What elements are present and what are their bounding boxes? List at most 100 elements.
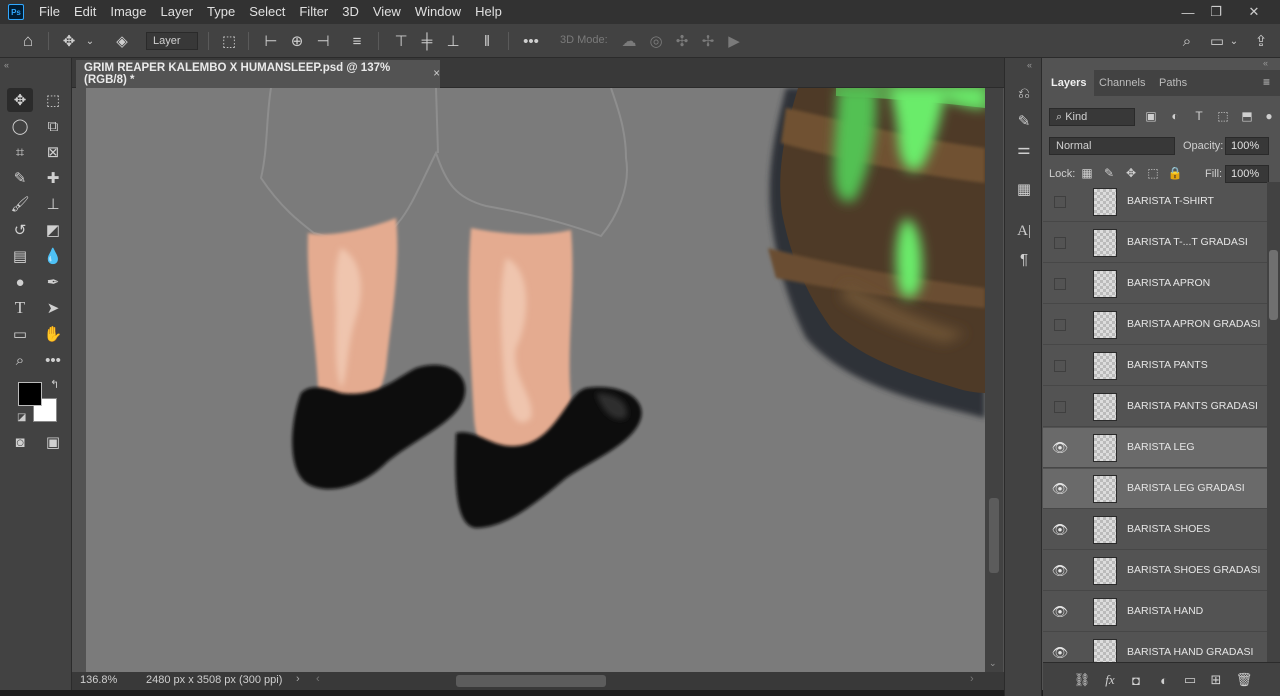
type-tool-icon[interactable]: T bbox=[7, 296, 33, 320]
fill-input[interactable]: 100% bbox=[1225, 165, 1269, 183]
scroll-down-icon[interactable]: ⌄ bbox=[989, 658, 997, 669]
object-selection-tool-icon[interactable]: ⧉ bbox=[40, 114, 66, 138]
edit-toolbar-icon[interactable]: ••• bbox=[40, 348, 66, 372]
eye-icon[interactable]: 👁 bbox=[1052, 645, 1069, 660]
zoom-level[interactable]: 136.8% bbox=[80, 674, 117, 686]
visibility-toggle[interactable] bbox=[1054, 360, 1066, 372]
home-icon[interactable]: ⌂ bbox=[16, 30, 40, 52]
eye-icon[interactable]: 👁 bbox=[1052, 522, 1069, 537]
layer-row[interactable]: BARISTA PANTS GRADASI bbox=[1043, 387, 1267, 427]
brush-tool-icon[interactable]: 🖌 bbox=[7, 192, 33, 216]
layer-row[interactable]: 👁 BARISTA HAND bbox=[1043, 592, 1267, 632]
align-horizontal-center-icon[interactable]: ⊕ bbox=[286, 30, 308, 52]
pen-tool-icon[interactable]: ✒ bbox=[40, 270, 66, 294]
collapse-icon[interactable]: « bbox=[4, 60, 9, 70]
chevron-down-icon[interactable]: ⌄ bbox=[84, 30, 96, 52]
quick-mask-icon[interactable]: ◙ bbox=[7, 430, 33, 454]
visibility-toggle[interactable] bbox=[1054, 196, 1066, 208]
more-options-icon[interactable]: ••• bbox=[520, 30, 542, 52]
collapse-panel-icon[interactable]: « bbox=[1263, 58, 1268, 68]
menu-image[interactable]: Image bbox=[103, 0, 153, 24]
history-panel-icon[interactable]: ⎌ bbox=[1013, 82, 1035, 104]
eyedropper-tool-icon[interactable]: ✎ bbox=[7, 166, 33, 190]
align-top-icon[interactable]: ⊤ bbox=[390, 30, 412, 52]
layer-row[interactable]: BARISTA APRON GRADASI bbox=[1043, 305, 1267, 345]
adjustments-icon[interactable]: ⚌ bbox=[1013, 138, 1035, 160]
3d-pan-icon[interactable]: ✣ bbox=[671, 30, 693, 52]
frame-tool-icon[interactable]: ⊠ bbox=[40, 140, 66, 164]
filter-shape-icon[interactable]: ⬚ bbox=[1215, 109, 1231, 123]
align-left-icon[interactable]: ⊢ bbox=[260, 30, 282, 52]
share-icon[interactable]: ⇪ bbox=[1250, 30, 1272, 52]
distribute-vertical-icon[interactable]: ‖ bbox=[476, 30, 498, 52]
menu-layer[interactable]: Layer bbox=[154, 0, 201, 24]
restore-button[interactable]: ❐ bbox=[1198, 0, 1234, 24]
layers-scroll-thumb[interactable] bbox=[1269, 250, 1278, 320]
character-panel-icon[interactable]: A| bbox=[1013, 220, 1035, 242]
menu-window[interactable]: Window bbox=[408, 0, 468, 24]
hand-tool-icon[interactable]: ✋ bbox=[40, 322, 66, 346]
document-tab[interactable]: GRIM REAPER KALEMBO X HUMANSLEEP.psd @ 1… bbox=[76, 60, 440, 88]
dodge-tool-icon[interactable]: ● bbox=[7, 270, 33, 294]
visibility-toggle[interactable] bbox=[1054, 237, 1066, 249]
distribute-icon[interactable]: ≡ bbox=[346, 30, 368, 52]
crop-tool-icon[interactable]: ⌗ bbox=[7, 140, 33, 164]
filter-pixel-icon[interactable]: ▣ bbox=[1143, 109, 1159, 123]
adjustment-layer-icon[interactable]: ◐ bbox=[1155, 671, 1173, 689]
add-mask-icon[interactable]: ◘ bbox=[1127, 671, 1145, 689]
status-menu-chevron-icon[interactable]: › bbox=[296, 673, 300, 685]
menu-help[interactable]: Help bbox=[468, 0, 509, 24]
move-tool-icon[interactable]: ✥ bbox=[7, 88, 33, 112]
3d-slide-icon[interactable]: ✢ bbox=[697, 30, 719, 52]
menu-view[interactable]: View bbox=[366, 0, 408, 24]
3d-roll-icon[interactable]: ◎ bbox=[645, 30, 667, 52]
layer-row[interactable]: BARISTA T-SHIRT bbox=[1043, 182, 1267, 222]
lock-artboard-icon[interactable]: ⬚ bbox=[1145, 166, 1161, 180]
menu-file[interactable]: File bbox=[32, 0, 67, 24]
blend-mode-dropdown[interactable]: Normal bbox=[1049, 137, 1175, 155]
visibility-toggle[interactable] bbox=[1054, 278, 1066, 290]
default-colors-icon[interactable]: ◪ bbox=[17, 412, 26, 423]
search-icon[interactable]: ⌕ bbox=[1176, 30, 1198, 52]
close-window-button[interactable]: ✕ bbox=[1236, 0, 1272, 24]
auto-select-icon[interactable]: ◈ bbox=[110, 30, 134, 52]
canvas[interactable] bbox=[86, 88, 985, 672]
layer-style-icon[interactable]: fx bbox=[1101, 671, 1119, 689]
menu-select[interactable]: Select bbox=[242, 0, 292, 24]
tab-paths[interactable]: Paths bbox=[1151, 70, 1195, 96]
layer-row[interactable]: 👁 BARISTA SHOES GRADASI bbox=[1043, 551, 1267, 591]
close-tab-icon[interactable]: × bbox=[433, 68, 440, 80]
swap-colors-icon[interactable]: ↰ bbox=[50, 378, 59, 391]
align-bottom-icon[interactable]: ⊥ bbox=[442, 30, 464, 52]
gradient-tool-icon[interactable]: ▤ bbox=[7, 244, 33, 268]
link-layers-icon[interactable]: ⛓ bbox=[1073, 671, 1091, 689]
menu-edit[interactable]: Edit bbox=[67, 0, 103, 24]
layer-row[interactable]: 👁 BARISTA LEG GRADASI bbox=[1043, 469, 1267, 509]
move-tool-icon[interactable]: ✥ bbox=[58, 30, 80, 52]
filter-adjustment-icon[interactable]: ◐ bbox=[1167, 109, 1183, 123]
expand-panels-icon[interactable]: « bbox=[1027, 60, 1032, 70]
eye-icon[interactable]: 👁 bbox=[1052, 563, 1069, 578]
3d-camera-icon[interactable]: ▶ bbox=[723, 30, 745, 52]
canvas-vertical-scrollbar[interactable]: ⌄ bbox=[985, 88, 1003, 672]
menu-3d[interactable]: 3D bbox=[335, 0, 366, 24]
healing-brush-tool-icon[interactable]: ✚ bbox=[40, 166, 66, 190]
foreground-color-swatch[interactable] bbox=[18, 382, 42, 406]
workspace-icon[interactable]: ▭ bbox=[1206, 30, 1228, 52]
layer-row[interactable]: BARISTA T-...T GRADASI bbox=[1043, 223, 1267, 263]
lasso-tool-icon[interactable]: ◯ bbox=[7, 114, 33, 138]
filter-type-icon[interactable]: T bbox=[1191, 109, 1207, 123]
lock-image-icon[interactable]: ✎ bbox=[1101, 166, 1117, 180]
3d-orbit-icon[interactable]: ☁ bbox=[618, 30, 640, 52]
auto-select-target-dropdown[interactable]: Layer bbox=[146, 32, 198, 50]
align-vertical-center-icon[interactable]: ╪ bbox=[416, 30, 438, 52]
new-group-icon[interactable]: ▭ bbox=[1181, 671, 1199, 689]
layer-row[interactable]: BARISTA APRON bbox=[1043, 264, 1267, 304]
eraser-tool-icon[interactable]: ◩ bbox=[40, 218, 66, 242]
tab-layers[interactable]: Layers bbox=[1043, 70, 1095, 96]
visibility-toggle[interactable] bbox=[1054, 401, 1066, 413]
zoom-tool-icon[interactable]: ⌕ bbox=[7, 348, 33, 372]
eye-icon[interactable]: 👁 bbox=[1052, 604, 1069, 619]
lock-all-icon[interactable]: 🔒 bbox=[1167, 166, 1183, 180]
new-layer-icon[interactable]: ⊞ bbox=[1207, 671, 1225, 689]
